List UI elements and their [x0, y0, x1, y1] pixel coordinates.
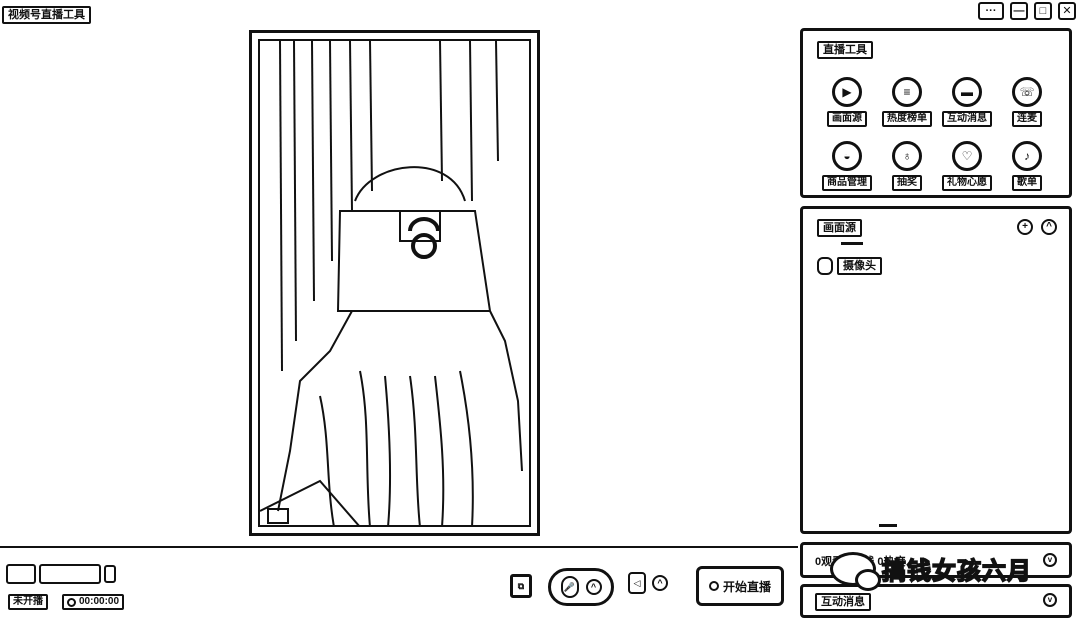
messages-title: 互动消息 — [815, 593, 871, 611]
layout-portrait-icon — [6, 564, 36, 584]
tool-label: 热度榜单 — [882, 111, 932, 127]
chevron-down-icon[interactable]: v — [1043, 553, 1057, 567]
screen-source-panel: 画面源 + ^ 摄像头 — [800, 206, 1072, 534]
tab-underline — [841, 242, 863, 245]
tool-label: 礼物心愿 — [942, 175, 992, 191]
microphone-icon: 🎤 — [560, 576, 579, 598]
tool-grid: ▶ 画面源 ≡ 热度榜单 ▬ 互动消息 ☏ 连麦 ◒ 商品管理 ♁ 抽奖 ♡ 礼… — [817, 77, 1057, 191]
tool-lottery[interactable]: ♁ 抽奖 — [877, 141, 937, 191]
live-status-badge: 未开播 — [8, 594, 48, 610]
tool-gift-wish[interactable]: ♡ 礼物心愿 — [937, 141, 997, 191]
tool-ranking-list[interactable]: ≡ 热度榜单 — [877, 77, 937, 127]
start-live-label: 开始直播 — [722, 579, 771, 594]
live-timer: 00:00:00 — [62, 594, 125, 610]
right-sidebar: 直播工具 ▶ 画面源 ≡ 热度榜单 ▬ 互动消息 ☏ 连麦 ◒ 商品管理 ♁ 抽… — [800, 28, 1072, 618]
start-live-button[interactable]: 开始直播 — [696, 566, 784, 606]
watermark: 搞钱女孩六月 — [830, 551, 1032, 591]
microphone-control[interactable]: 🎤 ^ — [548, 568, 614, 606]
live-tools-panel: 直播工具 ▶ 画面源 ≡ 热度榜单 ▬ 互动消息 ☏ 连麦 ◒ 商品管理 ♁ 抽… — [800, 28, 1072, 198]
speaker-icon: ◁ — [628, 572, 646, 594]
maximize-icon[interactable]: □ — [1034, 2, 1052, 20]
resize-handle[interactable] — [879, 524, 897, 527]
tool-interactive-messages[interactable]: ▬ 互动消息 — [937, 77, 997, 127]
chevron-down-icon[interactable]: v — [1043, 593, 1057, 607]
tool-product-management[interactable]: ◒ 商品管理 — [817, 141, 877, 191]
tool-screen-source[interactable]: ▶ 画面源 — [817, 77, 877, 127]
watermark-text: 搞钱女孩六月 — [881, 557, 1032, 586]
tool-label: 画面源 — [827, 111, 867, 127]
lottery-gift-icon: ♁ — [892, 141, 922, 171]
tool-label: 商品管理 — [822, 175, 872, 191]
messages-panel: 互动消息 v — [800, 584, 1072, 618]
chat-message-icon: ▬ — [952, 77, 982, 107]
tool-label: 连麦 — [1012, 111, 1042, 127]
layout-selector[interactable] — [6, 564, 116, 584]
timer-value: 00:00:00 — [79, 596, 120, 607]
window-controls: ··· — □ ✕ — [978, 2, 1076, 20]
app-title: 视频号直播工具 — [2, 6, 91, 24]
tool-label: 抽奖 — [892, 175, 922, 191]
gift-wish-icon: ♡ — [952, 141, 982, 171]
ranking-list-icon: ≡ — [892, 77, 922, 107]
live-tools-title: 直播工具 — [817, 41, 873, 59]
record-dot-icon — [708, 581, 719, 591]
layout-toggle-icon — [104, 565, 116, 583]
bottom-control-bar: 未开播 00:00:00 ⧉ 🎤 ^ ◁ ^ 开始直播 — [0, 546, 798, 623]
copy-icon[interactable]: ⧉ — [510, 574, 532, 598]
music-note-icon: ♪ — [1012, 141, 1042, 171]
minimize-icon[interactable]: — — [1010, 2, 1028, 20]
camera-icon — [817, 257, 833, 275]
mic-settings-icon[interactable]: ^ — [585, 579, 602, 595]
close-icon[interactable]: ✕ — [1058, 2, 1076, 20]
video-preview[interactable] — [249, 30, 540, 536]
phone-link-icon: ☏ — [1012, 77, 1042, 107]
tool-song-list[interactable]: ♪ 歌单 — [997, 141, 1057, 191]
add-source-icon[interactable]: + — [1017, 219, 1033, 235]
screen-source-title: 画面源 — [817, 219, 862, 237]
camera-feed — [258, 39, 531, 527]
collapse-icon[interactable]: ^ — [1041, 219, 1057, 235]
camera-image — [260, 41, 523, 525]
clock-icon — [67, 597, 76, 607]
source-item-label: 摄像头 — [837, 257, 882, 275]
speaker-control[interactable]: ◁ ^ — [628, 572, 668, 594]
layout-landscape-icon — [39, 564, 101, 584]
more-icon[interactable]: ··· — [978, 2, 1004, 20]
tool-label: 歌单 — [1012, 175, 1042, 191]
speaker-settings-icon[interactable]: ^ — [652, 575, 668, 591]
tool-co-host[interactable]: ☏ 连麦 — [997, 77, 1057, 127]
source-item-camera[interactable]: 摄像头 — [817, 257, 882, 275]
wechat-logo-icon — [830, 551, 881, 591]
tool-label: 互动消息 — [942, 111, 992, 127]
source-tools: + ^ — [1017, 219, 1057, 235]
screen-source-icon: ▶ — [832, 77, 862, 107]
product-bag-icon: ◒ — [832, 141, 862, 171]
